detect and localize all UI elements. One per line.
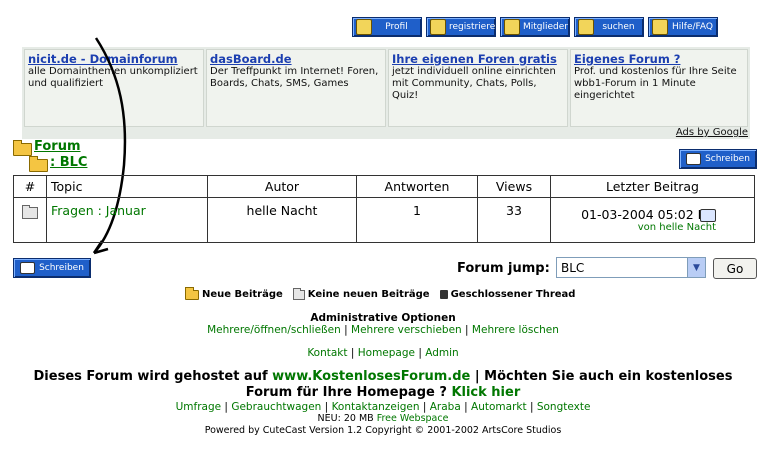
webspace-line: NEU: 20 MB Free Webspace: [317, 413, 449, 424]
view-last-post-icon[interactable]: [700, 209, 716, 222]
admin-delete-link[interactable]: Mehrere löschen: [472, 324, 559, 336]
topics-table: # Topic Autor Antworten Views Letzter Be…: [13, 175, 755, 243]
partner-link-umfrage[interactable]: Umfrage: [176, 401, 222, 413]
hosting-line-1: Dieses Forum wird gehostet auf www.Koste…: [33, 369, 733, 384]
forum-jump-select[interactable]: BLC ▼: [556, 257, 706, 278]
ads-by-google-link[interactable]: Ads by Google: [676, 127, 748, 138]
forum-jump-label: Forum jump:: [457, 261, 550, 276]
partner-link-gebrauchtwagen[interactable]: Gebrauchtwagen: [231, 401, 321, 413]
speech-bubble-icon: [20, 262, 36, 274]
topic-last-post: 01-03-2004 05:02 PM von helle Nacht: [550, 197, 755, 243]
col-last-post: Letzter Beitrag: [550, 175, 755, 198]
help-icon: [652, 19, 668, 35]
col-autor: Autor: [207, 175, 357, 198]
kostenlosesforum-link[interactable]: www.KostenlosesForum.de: [272, 369, 470, 384]
chevron-down-icon[interactable]: ▼: [687, 258, 705, 277]
topic-views: 33: [477, 197, 551, 243]
click-here-link[interactable]: Klick hier: [451, 385, 520, 400]
admin-link[interactable]: Admin: [425, 347, 458, 359]
topic-antworten: 1: [356, 197, 478, 243]
ad-item[interactable]: Ihre eigenen Foren gratis jetzt individu…: [388, 49, 568, 127]
partner-link-kontaktanzeigen[interactable]: Kontaktanzeigen: [332, 401, 420, 413]
admin-links: Mehrere/öffnen/schließen | Mehrere versc…: [207, 324, 559, 336]
partner-link-songtexte[interactable]: Songtexte: [537, 401, 591, 413]
folder-open-icon: [29, 155, 48, 174]
powered-by: Powered by CuteCast Version 1.2 Copyrigh…: [204, 425, 562, 436]
table-header-row: # Topic Autor Antworten Views Letzter Be…: [13, 175, 755, 198]
col-hash: #: [13, 175, 47, 198]
folder-closed-icon: [22, 204, 38, 219]
no-new-posts-folder-icon: [292, 287, 305, 300]
profile-button[interactable]: Profil: [352, 17, 422, 37]
members-button[interactable]: Mitglieder: [500, 17, 570, 37]
last-post-date: 01-03-2004 05:02 PM: [581, 207, 716, 222]
topic-autor: helle Nacht: [207, 197, 357, 243]
partner-link-araba[interactable]: Araba: [430, 401, 461, 413]
write-button-top[interactable]: Schreiben: [679, 149, 757, 169]
contact-link[interactable]: Kontakt: [307, 347, 347, 359]
homepage-link[interactable]: Homepage: [358, 347, 415, 359]
profile-icon: [356, 19, 372, 35]
last-post-author[interactable]: helle Nacht: [659, 222, 716, 233]
ad-item[interactable]: dasBoard.de Der Treffpunkt im Internet! …: [206, 49, 386, 127]
breadcrumb-blc[interactable]: : BLC: [50, 155, 87, 170]
footer-links: Kontakt | Homepage | Admin: [307, 347, 459, 359]
register-button[interactable]: registrieren: [426, 17, 501, 37]
hosting-line-2: Forum für Ihre Homepage ? Klick hier: [245, 385, 521, 400]
legend: Neue Beiträge Keine neuen Beiträge Gesch…: [185, 286, 575, 300]
partner-link-automarkt[interactable]: Automarkt: [471, 401, 527, 413]
ad-item[interactable]: Eigenes Forum ? Prof. und kostenlos für …: [570, 49, 748, 127]
speech-bubble-icon: [686, 153, 702, 165]
admin-move-link[interactable]: Mehrere verschieben: [351, 324, 462, 336]
go-button[interactable]: Go: [713, 258, 757, 279]
members-icon: [504, 19, 520, 35]
new-posts-folder-icon: [185, 286, 199, 300]
col-views: Views: [477, 175, 551, 198]
topic-link[interactable]: Fragen : Januar: [51, 203, 146, 218]
search-icon: [578, 19, 594, 35]
admin-open-close-link[interactable]: Mehrere/öffnen/schließen: [207, 324, 341, 336]
help-button[interactable]: Hilfe/FAQ: [648, 17, 718, 37]
admin-title: Administrative Optionen: [310, 312, 456, 324]
table-row: Fragen : Januar helle Nacht 1 33 01-03-2…: [13, 197, 755, 243]
partner-links: Umfrage | Gebrauchtwagen | Kontaktanzeig…: [175, 401, 591, 413]
last-post-by-prefix: von: [637, 222, 657, 233]
col-topic: Topic: [46, 175, 208, 198]
register-icon: [430, 19, 446, 35]
free-webspace-link[interactable]: Free Webspace: [377, 413, 449, 424]
lock-icon: [439, 290, 448, 299]
write-button-bottom[interactable]: Schreiben: [13, 258, 91, 278]
col-antworten: Antworten: [356, 175, 478, 198]
search-button[interactable]: suchen: [574, 17, 644, 37]
breadcrumb-forum[interactable]: Forum: [34, 139, 81, 154]
